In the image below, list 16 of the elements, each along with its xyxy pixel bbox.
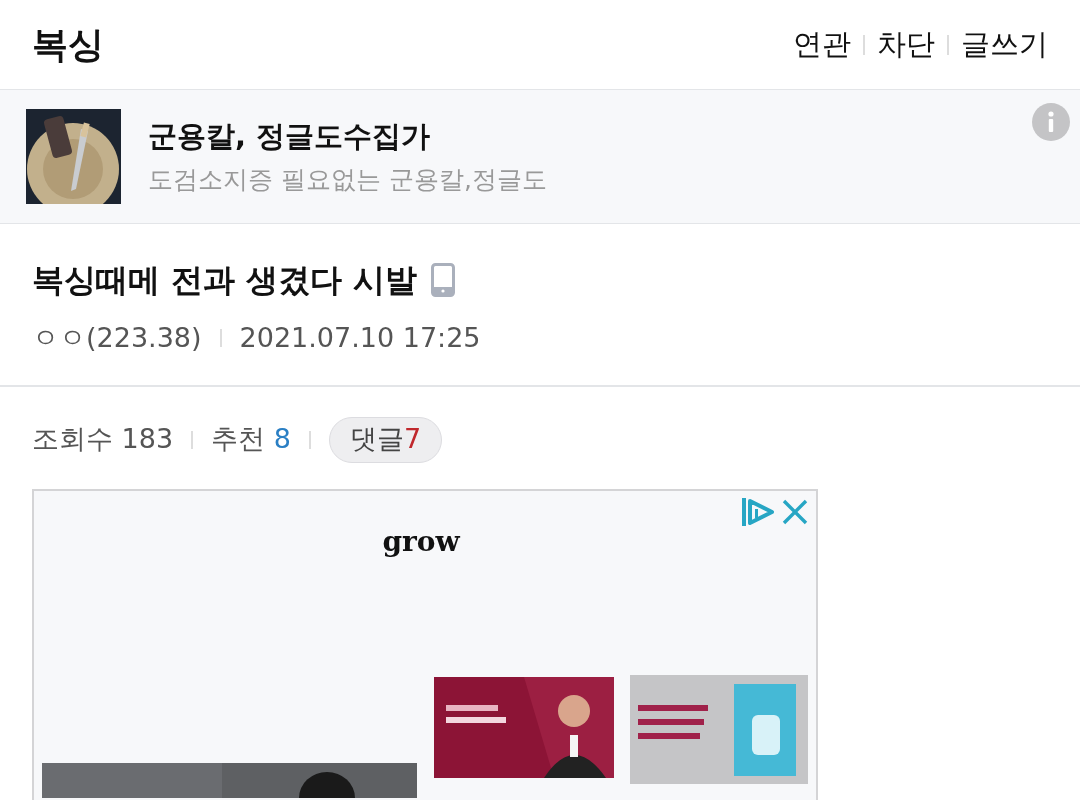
board-title: 복싱 [32,22,104,67]
header-link[interactable]: 글쓰기 [961,22,1048,67]
header-link[interactable]: 연관 [793,22,851,67]
post-date: 2021.07.10 17:25 [239,321,481,355]
comment-button[interactable]: 댓글7 [328,416,443,463]
view-count: 조회수 183 [32,422,174,457]
ad-logo: grow [382,523,460,560]
header-link[interactable]: 차단 [877,22,935,67]
info-icon[interactable] [1032,103,1070,141]
gallery-description: 도검소지증 필요없는 군용칼,정글도 [148,163,547,196]
mobile-icon [431,263,456,297]
ad-banner[interactable]: grow [32,488,818,800]
post-title: 복싱때메 전과 생겼다 시발 [32,260,418,301]
recommend-count: 추천 8 [211,422,291,457]
gallery-name[interactable]: 군용칼, 정글도수집가 [148,115,547,159]
author[interactable]: ㅇㅇ(223.38) [32,318,202,359]
